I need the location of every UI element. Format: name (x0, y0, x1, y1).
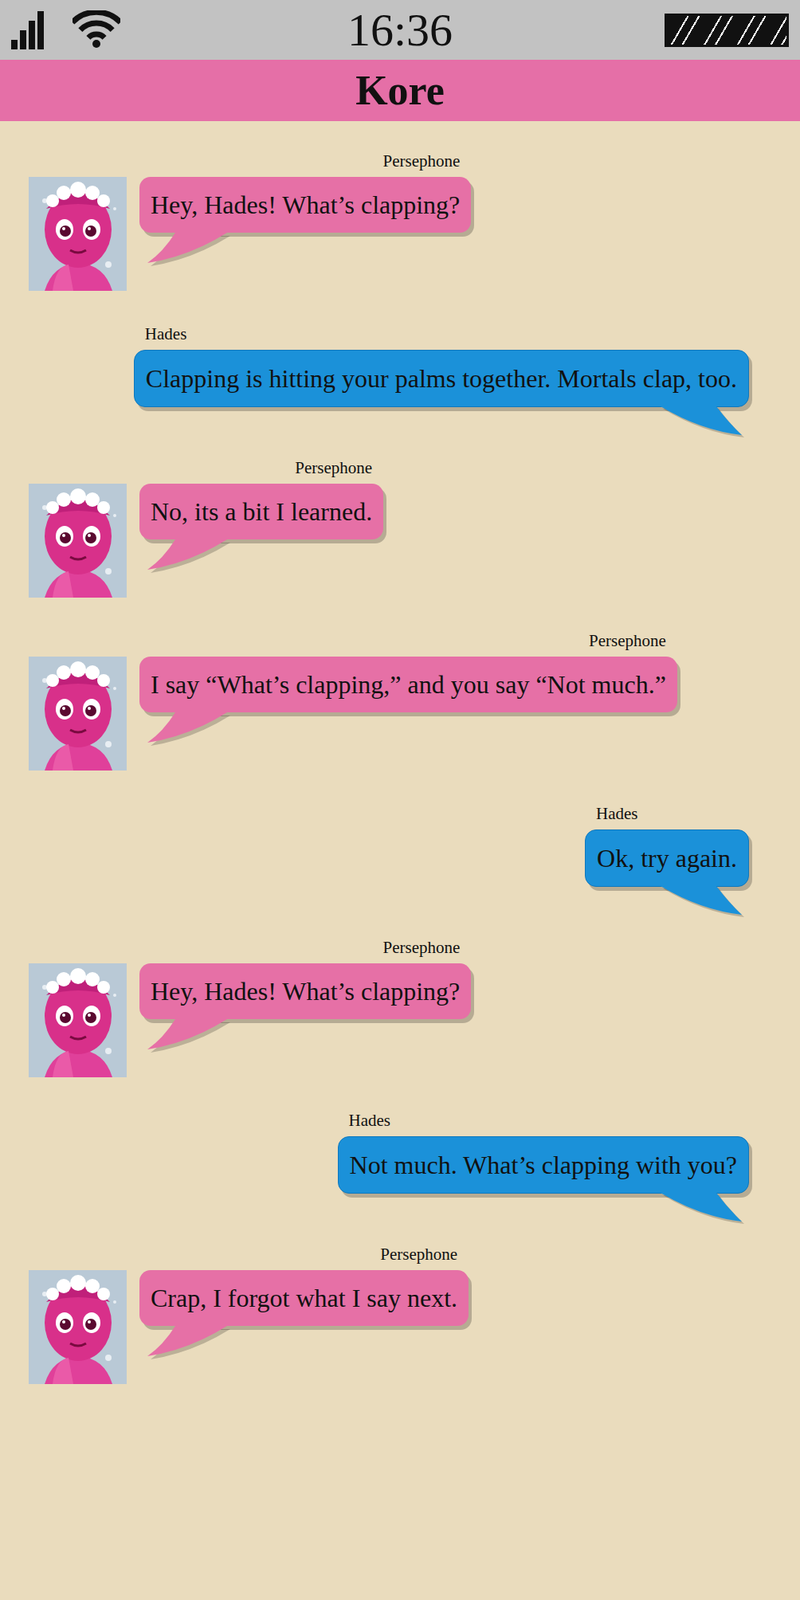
battery-icon (664, 13, 789, 48)
message-text: Clapping is hitting your palms together.… (145, 364, 738, 393)
sender-name: Persephone (380, 1244, 469, 1271)
persephone-avatar-icon (28, 176, 127, 291)
message-row: Persephone I say “What’s clapping,” and y… (28, 631, 800, 771)
chat-header: Kore (0, 59, 800, 122)
signal-icon (11, 11, 44, 50)
message-text: No, its a bit I learned. (150, 497, 373, 526)
clock: 16:36 (347, 7, 453, 54)
signal-bar (37, 11, 44, 50)
bubble-tail-icon (652, 406, 749, 442)
message-bubble: Ok, try again. (584, 829, 750, 887)
status-bar: 16:36 (0, 0, 800, 60)
message-text: Crap, I forgot what I say next. (150, 1283, 458, 1313)
message-text: I say “What’s clapping,” and you say “No… (150, 670, 667, 699)
bubble-tail-icon (139, 1019, 236, 1055)
message-bubble: Crap, I forgot what I say next. (139, 1270, 469, 1326)
message-row: Persephone Crap, I forgot what I say next… (28, 1244, 800, 1385)
message-text: Hey, Hades! What’s clapping? (150, 190, 460, 220)
message-text: Ok, try again. (596, 843, 738, 873)
battery-fill (666, 15, 787, 45)
sender-name: Persephone (294, 458, 384, 484)
sender-name: Hades (337, 1110, 391, 1137)
message-column: Hades Clapping is hitting your palms toge… (133, 324, 750, 408)
message-row: Hades Clapping is hitting your palms toge… (0, 324, 750, 408)
persephone-avatar-icon (28, 1270, 127, 1385)
chat-title: Kore (355, 70, 445, 112)
bubble-tail-icon (652, 886, 749, 922)
battery-area (452, 13, 789, 48)
message-bubble: Clapping is hitting your palms together.… (133, 349, 750, 408)
signal-bar (28, 20, 36, 50)
bubble-tail-icon (139, 1325, 236, 1361)
message-bubble: Hey, Hades! What’s clapping? (139, 963, 471, 1020)
wifi-icon (72, 10, 121, 51)
message-row: Hades Ok, try again. (0, 803, 750, 887)
message-bubble: No, its a bit I learned. (139, 483, 384, 540)
persephone-avatar-icon (28, 656, 127, 771)
message-column: Hades Ok, try again. (584, 803, 750, 887)
message-bubble: Not much. What’s clapping with you? (337, 1136, 750, 1194)
message-list: Persephone Hey, Hades! What’s clapping? Ha… (0, 121, 800, 1450)
sender-name: Persephone (383, 151, 472, 177)
signal-bar (19, 30, 27, 50)
sender-name: Hades (133, 324, 187, 350)
sender-name: Hades (584, 803, 638, 830)
bubble-tail-icon (139, 712, 236, 748)
message-text: Not much. What’s clapping with you? (349, 1150, 738, 1180)
sender-name: Persephone (383, 937, 472, 964)
message-bubble: I say “What’s clapping,” and you say “No… (139, 656, 678, 713)
message-row: Persephone Hey, Hades! What’s clapping? (28, 937, 800, 1078)
signal-bar (11, 39, 18, 50)
message-row: Persephone Hey, Hades! What’s clapping? (28, 151, 800, 291)
message-column: Hades Not much. What’s clapping with you? (337, 1110, 750, 1194)
persephone-avatar-icon (28, 963, 127, 1078)
message-bubble: Hey, Hades! What’s clapping? (139, 176, 471, 233)
bubble-tail-icon (652, 1192, 749, 1228)
persephone-avatar-icon (28, 483, 127, 598)
message-text: Hey, Hades! What’s clapping? (150, 976, 460, 1006)
message-row: Persephone No, its a bit I learned. (28, 458, 800, 598)
status-icons (11, 10, 348, 51)
bubble-tail-icon (139, 539, 236, 575)
message-row: Hades Not much. What’s clapping with you? (0, 1110, 750, 1194)
sender-name: Persephone (588, 631, 678, 657)
bubble-tail-icon (139, 232, 236, 268)
